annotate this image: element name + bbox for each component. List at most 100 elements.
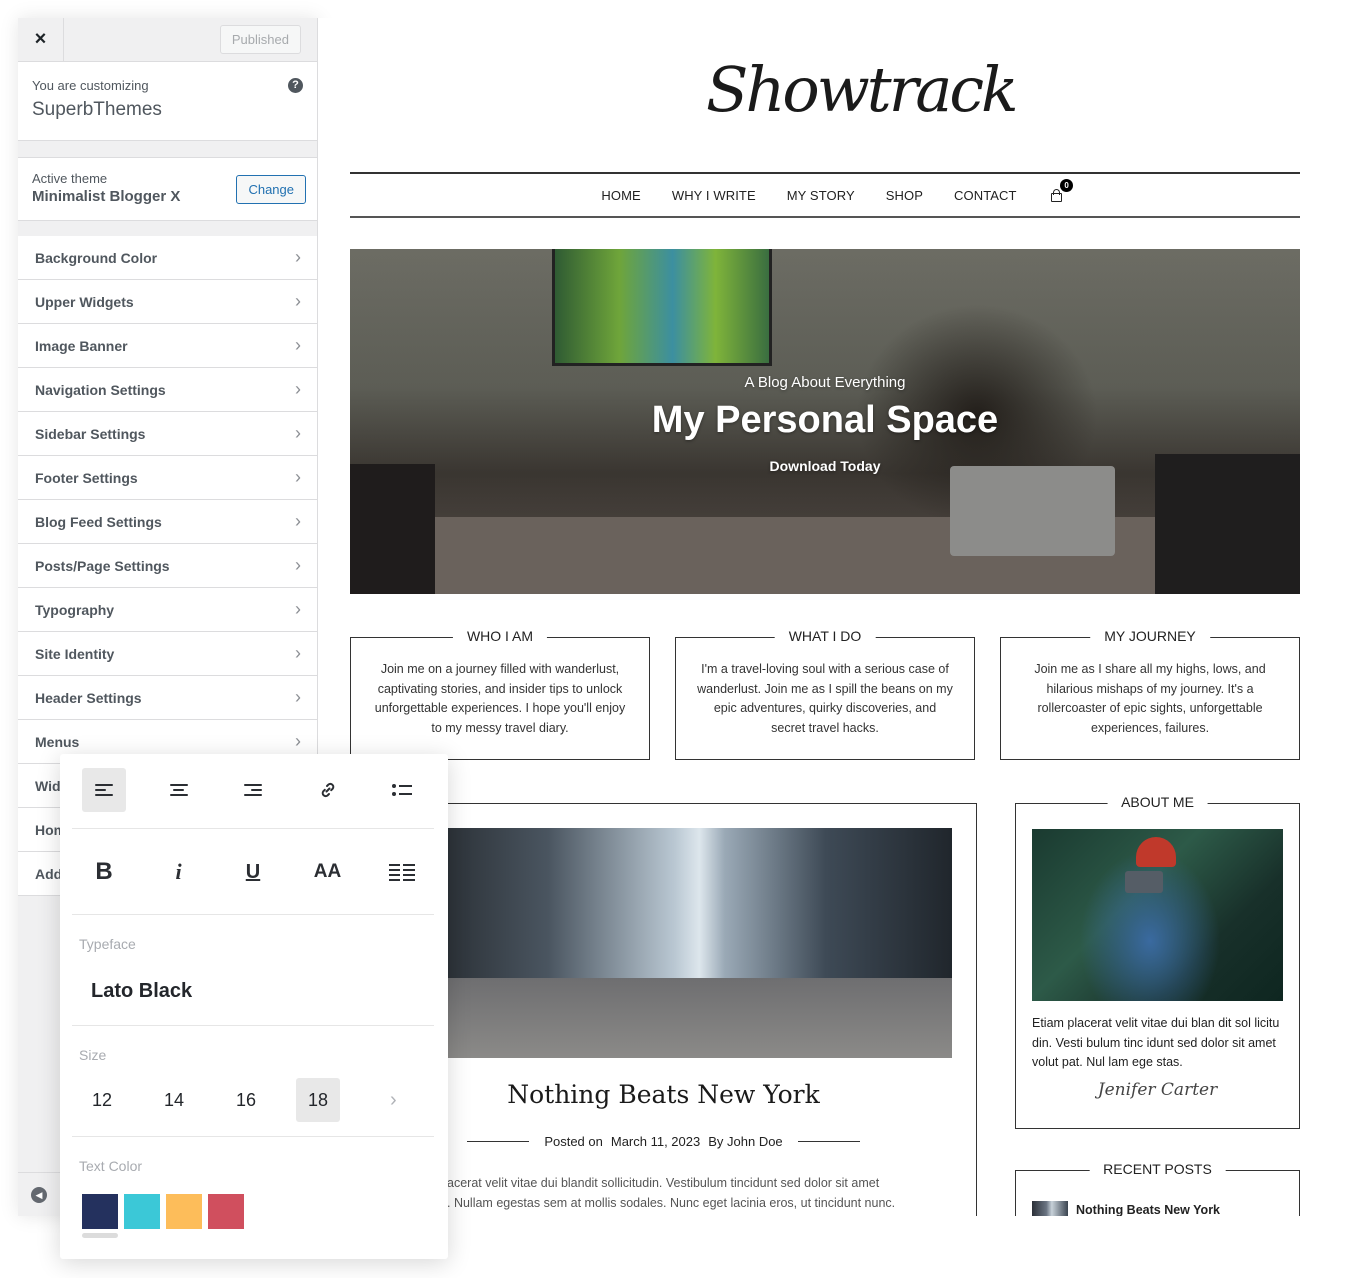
size-picker: 12 14 16 18 › — [80, 1078, 420, 1122]
color-swatch-yellow[interactable] — [166, 1194, 202, 1229]
align-right-button[interactable] — [231, 768, 275, 812]
divider — [72, 828, 434, 829]
divider — [72, 1025, 434, 1026]
about-me-photo — [1032, 829, 1283, 1001]
hero-download-button[interactable]: Download Today — [350, 458, 1300, 474]
menu-item-navigation-settings[interactable]: Navigation Settings › — [18, 368, 317, 412]
menu-item-image-banner[interactable]: Image Banner › — [18, 324, 317, 368]
size-option-12[interactable]: 12 — [80, 1078, 124, 1122]
divider — [72, 914, 434, 915]
typeface-label: Typeface — [79, 936, 136, 952]
size-option-16[interactable]: 16 — [224, 1078, 268, 1122]
menu-item-typography[interactable]: Typography › — [18, 588, 317, 632]
menu-item-upper-widgets[interactable]: Upper Widgets › — [18, 280, 317, 324]
italic-button[interactable]: i — [157, 850, 201, 894]
bullet-list-button[interactable] — [380, 768, 424, 812]
menu-item-label: Footer Settings — [35, 469, 138, 486]
box-title: WHO I AM — [452, 628, 548, 644]
main-navigation: HOME WHY I WRITE MY STORY SHOP CONTACT 0 — [350, 172, 1300, 218]
nav-home[interactable]: HOME — [601, 188, 640, 203]
size-option-14[interactable]: 14 — [152, 1078, 196, 1122]
box-text: Join me on a journey filled with wanderl… — [374, 662, 626, 735]
link-icon — [321, 782, 334, 798]
chevron-right-icon: › — [295, 555, 301, 575]
align-center-button[interactable] — [157, 768, 201, 812]
menu-item-label: Image Banner — [35, 337, 128, 354]
nav-shop[interactable]: SHOP — [886, 188, 923, 203]
customizing-label: You are customizing — [32, 78, 149, 93]
menu-item-label: Site Identity — [35, 645, 115, 662]
divider — [797, 1141, 860, 1142]
color-swatch-navy[interactable] — [82, 1194, 118, 1229]
customizing-info: You are customizing SuperbThemes ? — [18, 62, 317, 141]
about-me-widget: ABOUT ME Etiam placerat velit vitae dui … — [1015, 794, 1300, 1129]
change-theme-button[interactable]: Change — [236, 175, 306, 204]
chevron-right-icon: › — [295, 291, 301, 311]
alignment-toolbar — [72, 768, 434, 812]
recent-post-thumbnail — [1032, 1201, 1068, 1216]
selected-color-indicator — [82, 1233, 118, 1238]
link-button[interactable] — [306, 768, 350, 812]
menu-item-label: Background Color — [35, 249, 158, 266]
justify-button[interactable] — [380, 850, 424, 894]
uppercase-button[interactable]: AA — [306, 850, 350, 894]
recent-post-item[interactable]: Nothing Beats New York — [1032, 1201, 1220, 1216]
menu-item-label: Upper Widgets — [35, 293, 134, 310]
menu-item-background-color[interactable]: Background Color › — [18, 236, 317, 280]
about-me-text: Etiam placerat velit vitae dui blan dit … — [1032, 1016, 1280, 1069]
menu-item-posts-page-settings[interactable]: Posts/Page Settings › — [18, 544, 317, 588]
site-name: SuperbThemes — [32, 99, 162, 120]
cart-button[interactable]: 0 — [1050, 179, 1074, 203]
hero-painting — [552, 249, 772, 366]
columns-justify-icon — [389, 864, 415, 881]
box-title: MY JOURNEY — [1090, 628, 1210, 644]
menu-item-footer-settings[interactable]: Footer Settings › — [18, 456, 317, 500]
chevron-right-icon: › — [295, 731, 301, 751]
post-date[interactable]: March 11, 2023 — [611, 1134, 700, 1149]
chevron-right-icon: › — [295, 511, 301, 531]
menu-item-site-identity[interactable]: Site Identity › — [18, 632, 317, 676]
customizer-header: × Published — [18, 18, 317, 62]
align-right-icon — [244, 784, 262, 796]
align-left-icon — [95, 784, 113, 796]
recent-posts-widget: RECENT POSTS Nothing Beats New York — [1015, 1161, 1300, 1216]
chevron-right-icon: › — [295, 335, 301, 355]
close-icon[interactable]: × — [18, 18, 64, 61]
active-theme-section: Active theme Minimalist Blogger X Change — [18, 157, 317, 221]
color-swatches — [82, 1194, 250, 1229]
menu-item-header-settings[interactable]: Header Settings › — [18, 676, 317, 720]
menu-item-label: Typography — [35, 601, 115, 618]
bullet-list-icon — [392, 784, 412, 796]
chevron-right-icon[interactable]: › — [390, 1089, 397, 1112]
bold-button[interactable]: B — [82, 850, 126, 894]
publish-button[interactable]: Published — [219, 25, 301, 54]
site-logo[interactable]: Showtrack — [706, 40, 1019, 140]
chevron-right-icon: › — [295, 687, 301, 707]
hero-banner: A Blog About Everything My Personal Spac… — [350, 249, 1300, 594]
nav-why-i-write[interactable]: WHY I WRITE — [672, 188, 756, 203]
menu-item-blog-feed-settings[interactable]: Blog Feed Settings › — [18, 500, 317, 544]
underline-button[interactable]: U — [231, 850, 275, 894]
hero-laptop — [950, 466, 1115, 556]
size-label: Size — [79, 1047, 107, 1063]
chevron-right-icon: › — [295, 247, 301, 267]
nav-my-story[interactable]: MY STORY — [787, 188, 855, 203]
menu-item-sidebar-settings[interactable]: Sidebar Settings › — [18, 412, 317, 456]
posted-on-label: Posted on — [544, 1134, 603, 1149]
color-swatch-cyan[interactable] — [124, 1194, 160, 1229]
post-author[interactable]: By John Doe — [708, 1134, 782, 1149]
size-option-18[interactable]: 18 — [296, 1078, 340, 1122]
hero-title: My Personal Space — [651, 399, 999, 441]
menu-item-label: Blog Feed Settings — [35, 513, 162, 530]
widget-title: ABOUT ME — [1107, 794, 1208, 810]
feature-box-my-journey: MY JOURNEY Join me as I share all my hig… — [1000, 628, 1300, 760]
menu-item-label: Header Settings — [35, 689, 142, 706]
typeface-select[interactable]: Lato Black — [91, 980, 192, 1003]
collapse-sidebar-icon[interactable]: ◀ — [31, 1186, 47, 1203]
help-icon[interactable]: ? — [288, 78, 303, 93]
align-left-button[interactable] — [82, 768, 126, 812]
nav-contact[interactable]: CONTACT — [954, 188, 1017, 203]
post-featured-image[interactable] — [447, 828, 952, 1058]
color-swatch-red[interactable] — [208, 1194, 244, 1229]
menu-item-label: Posts/Page Settings — [35, 557, 170, 574]
